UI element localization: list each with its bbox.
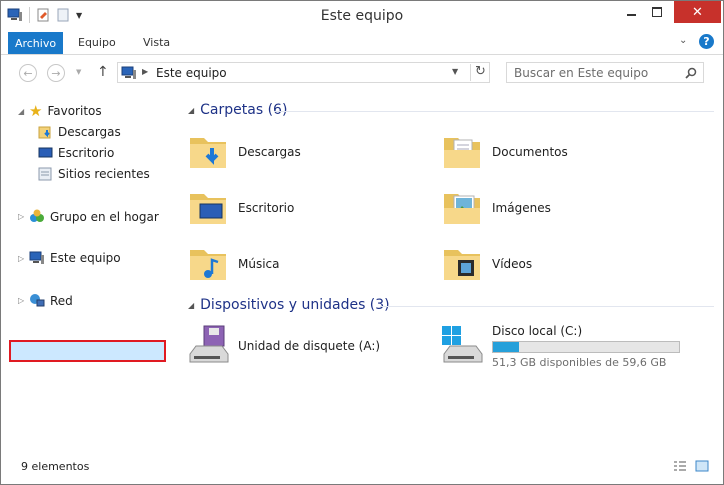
refresh-icon[interactable]: ↻ — [470, 64, 490, 81]
expand-ribbon-icon[interactable]: ⌄ — [679, 35, 687, 46]
star-icon: ★ — [29, 102, 43, 120]
title-bar: ▼ Este equipo ✕ — [1, 1, 723, 31]
pictures-folder-icon — [444, 194, 480, 224]
close-icon: ✕ — [692, 4, 703, 20]
folder-label: Música — [238, 257, 280, 271]
help-icon[interactable]: ? — [699, 34, 714, 49]
downloads-folder-icon — [190, 138, 226, 168]
desktop-folder-icon — [190, 194, 226, 224]
folders-group-title: Carpetas (6) — [200, 102, 288, 118]
group-divider — [274, 111, 714, 112]
collapse-arrow-icon: ◢ — [188, 300, 195, 310]
network-icon — [30, 294, 45, 307]
sidebar-item-grupo-hogar[interactable]: Grupo en el hogar — [29, 209, 159, 224]
videos-folder-icon — [444, 250, 480, 280]
back-button[interactable]: ← — [19, 64, 37, 82]
sidebar-item-label: Grupo en el hogar — [50, 209, 159, 224]
homegroup-icon — [30, 209, 44, 222]
folder-item-escritorio[interactable]: Escritorio — [186, 186, 294, 230]
navigation-bar: ← → ▼ ↑ ▶ Este equipo ▼ ↻ Buscar en Este… — [1, 55, 723, 91]
folder-label: Vídeos — [492, 257, 533, 271]
status-bar: 9 elementos — [1, 456, 723, 484]
back-arrow-icon: ← — [23, 66, 33, 80]
forward-arrow-icon: → — [51, 66, 61, 80]
up-arrow-icon[interactable]: ↑ — [97, 64, 109, 80]
devices-group-title: Dispositivos y unidades (3) — [200, 297, 390, 313]
search-box[interactable]: Buscar en Este equipo — [506, 62, 704, 83]
search-input[interactable]: Buscar en Este equipo — [514, 66, 648, 80]
expand-arrow-icon[interactable]: ▷ — [18, 212, 24, 221]
folder-item-descargas[interactable]: Descargas — [186, 130, 301, 174]
tab-vista[interactable]: Vista — [143, 36, 170, 49]
sidebar-item-label: Escritorio — [58, 146, 115, 160]
sidebar-item-label: Este equipo — [50, 251, 121, 265]
computer-icon — [121, 66, 136, 79]
minimize-icon — [626, 14, 636, 16]
address-dropdown-icon[interactable]: ▼ — [452, 67, 458, 76]
folder-label: Escritorio — [238, 201, 295, 215]
disk-free-space: 51,3 GB disponibles de 59,6 GB — [492, 356, 667, 369]
explorer-window: ▼ Este equipo ✕ Archivo Equipo Vista ⌄ ?… — [0, 0, 724, 485]
sidebar-item-label: Descargas — [58, 125, 121, 139]
minimize-button[interactable] — [618, 1, 644, 23]
details-view-icon[interactable] — [673, 460, 687, 472]
sidebar-item-escritorio[interactable]: Escritorio — [38, 146, 114, 160]
expand-arrow-icon[interactable]: ▷ — [18, 254, 24, 263]
folder-label: Documentos — [492, 145, 568, 159]
group-divider — [380, 306, 714, 307]
sidebar-item-label: Red — [50, 293, 73, 308]
folders-group-header[interactable]: ◢ Carpetas (6) — [188, 102, 287, 118]
sidebar-item-descargas[interactable]: Descargas — [38, 125, 121, 139]
tab-archivo[interactable]: Archivo — [8, 32, 63, 54]
device-item-disco-c[interactable]: Disco local (C:) 51,3 GB disponibles de … — [440, 324, 680, 369]
folder-label: Descargas — [238, 145, 301, 159]
large-icons-view-icon[interactable] — [695, 460, 709, 472]
folder-item-imagenes[interactable]: Imágenes — [440, 186, 551, 230]
breadcrumb-chevron-icon: ▶ — [142, 67, 149, 76]
folder-label: Imágenes — [492, 201, 551, 215]
device-label: Disco local (C:) — [492, 324, 583, 338]
sidebar-item-label: Sitios recientes — [58, 167, 150, 181]
ribbon: Archivo Equipo Vista ⌄ ? — [1, 32, 723, 55]
sidebar-item-sitios-recientes[interactable]: Sitios recientes — [38, 167, 150, 181]
search-icon[interactable] — [685, 67, 697, 79]
tab-equipo[interactable]: Equipo — [78, 36, 116, 49]
floppy-drive-icon — [189, 325, 229, 363]
recent-locations-icon[interactable]: ▼ — [76, 68, 81, 76]
sidebar-item-favoritos[interactable]: ★ Favoritos — [29, 102, 102, 120]
expand-arrow-icon[interactable]: ▷ — [18, 296, 24, 305]
collapse-arrow-icon[interactable]: ◢ — [18, 107, 24, 116]
maximize-icon — [652, 7, 662, 17]
devices-group-header[interactable]: ◢ Dispositivos y unidades (3) — [188, 297, 390, 313]
downloads-folder-icon — [38, 126, 51, 139]
music-folder-icon — [190, 250, 226, 280]
content-pane: ◢ Carpetas (6) Descargas Documentos Escr… — [168, 94, 723, 454]
sidebar-item-este-equipo[interactable]: Este equipo — [29, 251, 121, 265]
documents-folder-icon — [444, 138, 480, 168]
forward-button[interactable]: → — [47, 64, 65, 82]
device-label: Unidad de disquete (A:) — [238, 339, 381, 353]
close-button[interactable]: ✕ — [674, 1, 721, 23]
maximize-button[interactable] — [644, 1, 670, 23]
item-count: 9 elementos — [21, 460, 90, 473]
collapse-arrow-icon: ◢ — [188, 105, 195, 115]
sidebar-item-red[interactable]: Red — [29, 293, 73, 308]
local-disk-icon — [442, 326, 483, 363]
disk-usage-fill — [493, 342, 520, 352]
address-path: Este equipo — [156, 66, 227, 80]
device-item-disquete[interactable]: Unidad de disquete (A:) — [186, 324, 380, 368]
disk-info: Disco local (C:) 51,3 GB disponibles de … — [492, 324, 680, 369]
navigation-pane: ◢ ★ Favoritos Descargas Escritorio Sitio… — [1, 94, 168, 454]
folder-item-musica[interactable]: Música — [186, 242, 280, 286]
disk-usage-bar — [492, 341, 680, 353]
recent-places-icon — [38, 167, 52, 181]
computer-icon — [29, 251, 44, 264]
folder-item-documentos[interactable]: Documentos — [440, 130, 568, 174]
address-bar[interactable]: ▶ Este equipo ▼ ↻ — [117, 62, 490, 83]
sidebar-item-label: Favoritos — [47, 104, 102, 118]
folder-item-videos[interactable]: Vídeos — [440, 242, 532, 286]
desktop-icon — [38, 147, 53, 158]
window-title: Este equipo — [320, 8, 404, 24]
selected-item-highlight — [9, 340, 166, 362]
